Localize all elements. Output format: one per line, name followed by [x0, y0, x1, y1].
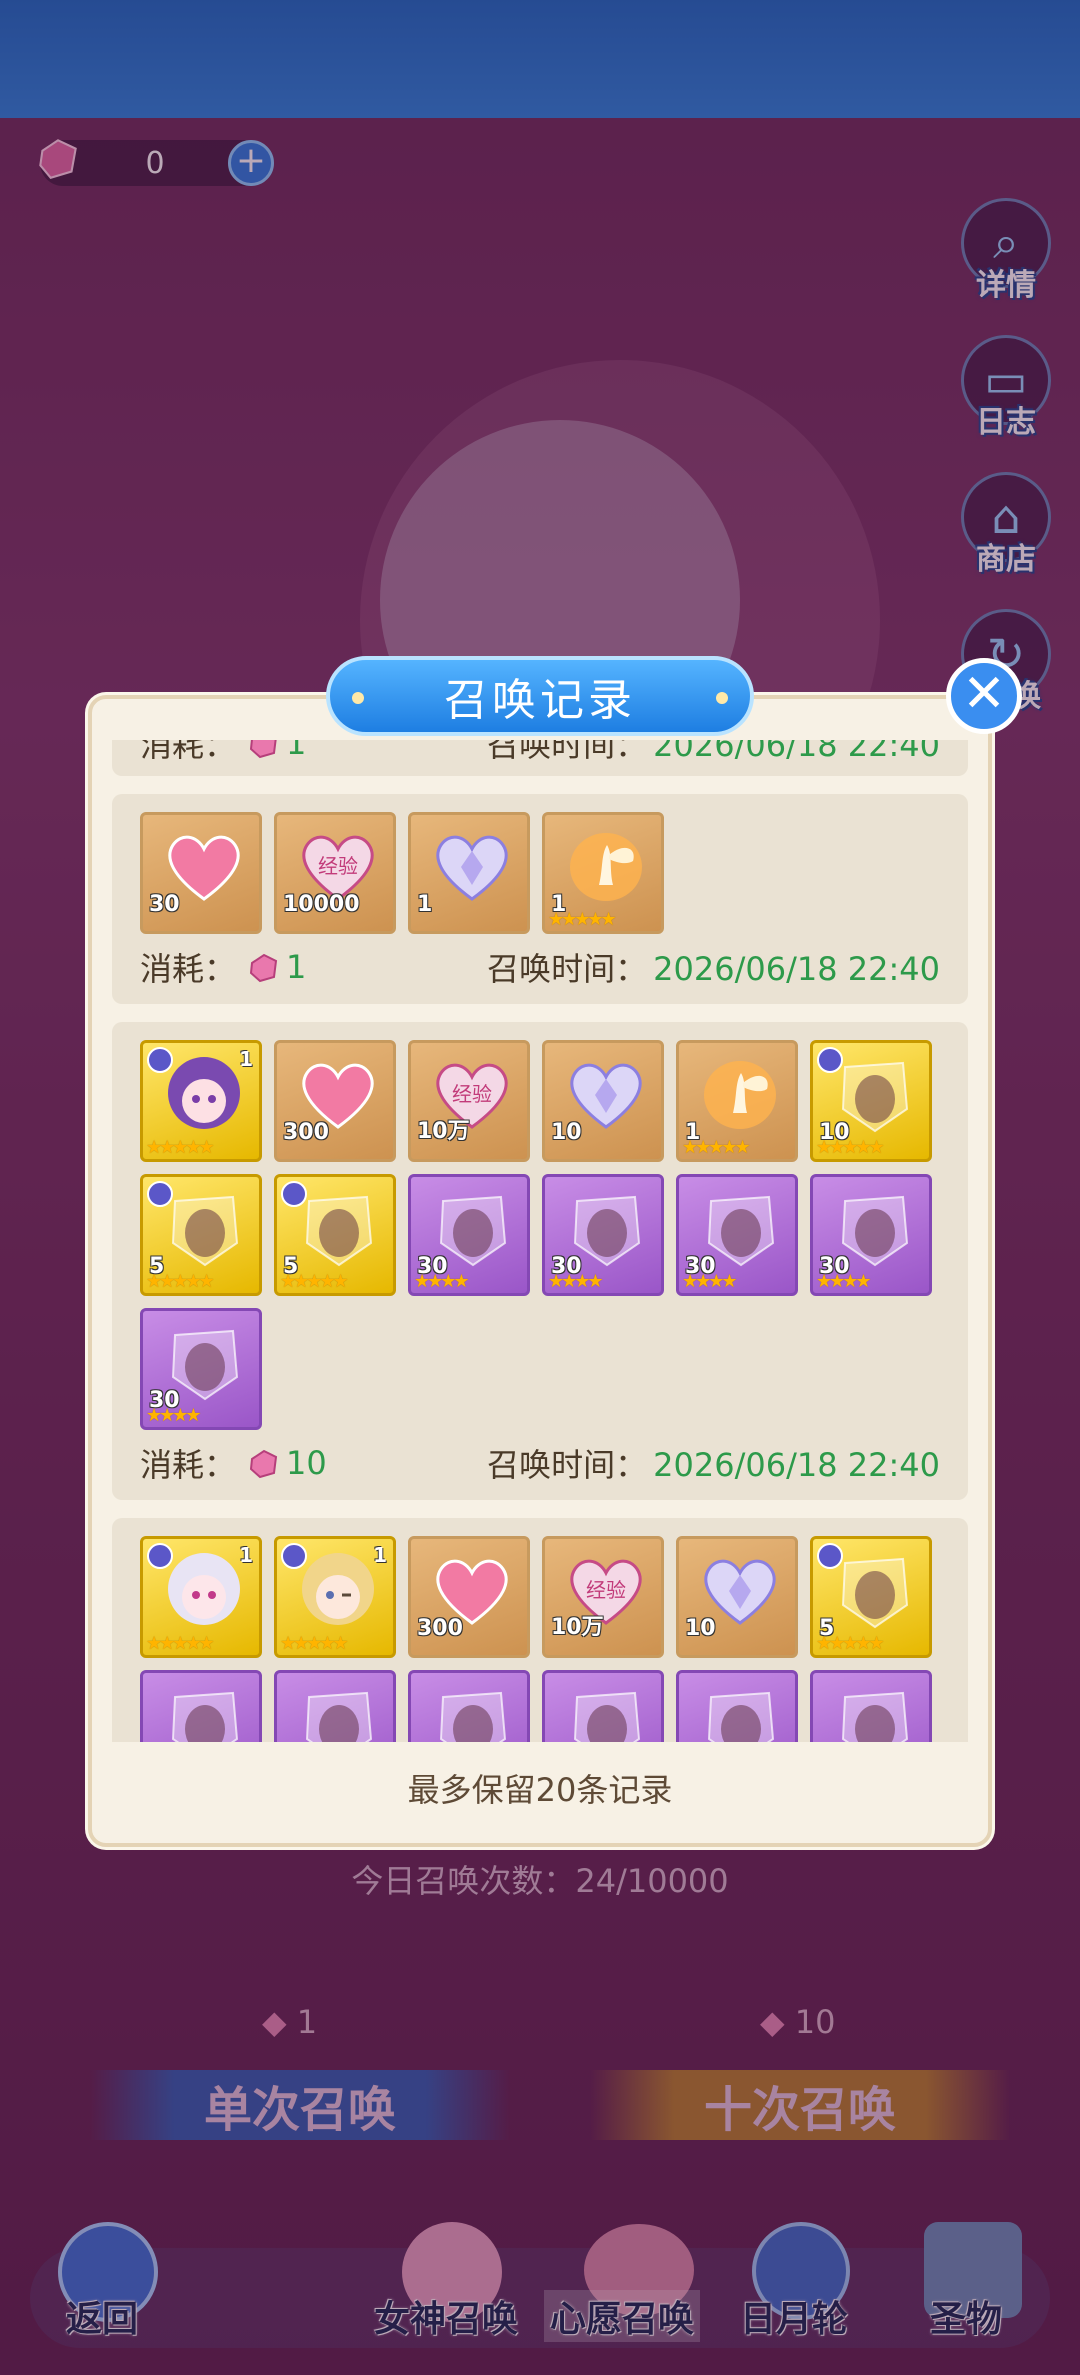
star-rating-icon: ★★★★ — [548, 1271, 604, 1292]
reward-count: 1 — [239, 1543, 253, 1567]
time-value: 2026/06/18 22:40 — [653, 950, 940, 988]
close-button[interactable]: ✕ — [946, 658, 1022, 734]
reward-quantity: 1 — [417, 892, 433, 917]
time-label: 召唤时间： — [487, 1446, 648, 1484]
cost-label: 消耗： — [140, 740, 237, 764]
record-time: 召唤时间： 2026/06/18 22:40 — [487, 1440, 940, 1486]
reward-item-shard[interactable] — [274, 1670, 396, 1742]
record-footer: 消耗： 10 召唤时间： 2026/06/18 22:40 — [140, 1440, 940, 1486]
reward-item-heart[interactable]: 300 — [274, 1040, 396, 1162]
reward-item-crystal-heart[interactable]: 1 — [408, 812, 530, 934]
reward-grid: 1 ★★★★★ 1 ★★★★★ 300 经验 10万 10 5 ★★★★★ — [140, 1536, 940, 1742]
record-list[interactable]: 消耗： 1 召唤时间： 2026/06/18 22:40 30 经验 10000 1 1 ★… — [100, 740, 980, 1742]
reward-quantity: 10000 — [283, 892, 360, 917]
record-card: 1 ★★★★★ 300 经验 10万 10 1 ★★★★★ 10 ★★★★★ 5 ★★★★★ 5 ★★★★… — [112, 1022, 968, 1500]
cost-value: 10 — [286, 1444, 327, 1482]
reward-item-shard[interactable] — [408, 1670, 530, 1742]
star-rating-icon: ★★★★ — [414, 1271, 470, 1292]
star-rating-icon: ★★★★★ — [816, 1137, 885, 1158]
reward-item-shard[interactable]: 10 ★★★★★ — [810, 1040, 932, 1162]
reward-item-shard[interactable] — [140, 1670, 262, 1742]
record-cost: 消耗： 10 — [140, 1440, 327, 1486]
reward-item-fairy[interactable]: 1 ★★★★★ — [542, 812, 664, 934]
time-value: 2026/06/18 22:40 — [653, 740, 940, 764]
record-time: 召唤时间： 2026/06/18 22:40 — [487, 944, 940, 990]
svg-text:经验: 经验 — [586, 1578, 626, 1602]
reward-quantity: 10 — [551, 1120, 582, 1145]
time-value: 2026/06/18 22:40 — [653, 1446, 940, 1484]
reward-item-shard[interactable]: 5 ★★★★★ — [274, 1174, 396, 1296]
reward-item-crystal-heart[interactable]: 10 — [542, 1040, 664, 1162]
record-cost: 消耗： 1 — [140, 740, 306, 766]
reward-item-shard[interactable]: 30 ★★★★ — [676, 1174, 798, 1296]
record-card: 30 经验 10000 1 1 ★★★★★ 消耗： 1 召唤时间： 2026/06/18 22:4… — [112, 794, 968, 1004]
reward-quantity: 300 — [283, 1120, 329, 1145]
reward-grid: 30 经验 10000 1 1 ★★★★★ — [140, 812, 940, 934]
dialog-title: 召唤记录 — [326, 656, 754, 736]
reward-item-shard[interactable]: 30 ★★★★ — [542, 1174, 664, 1296]
record-footer: 消耗： 1 召唤时间： 2026/06/18 22:40 — [140, 944, 940, 990]
reward-item-heart[interactable]: 30 — [140, 812, 262, 934]
reward-quantity: 10万 — [417, 1119, 470, 1144]
star-rating-icon: ★★★★★ — [280, 1633, 349, 1654]
record-limit-note: 最多保留20条记录 — [407, 1771, 673, 1809]
reward-item-exp-heart[interactable]: 经验 10000 — [274, 812, 396, 934]
reward-grid: 1 ★★★★★ 300 经验 10万 10 1 ★★★★★ 10 ★★★★★ 5 ★★★★★ 5 ★★★★… — [140, 1040, 940, 1430]
star-rating-icon: ★★★★★ — [146, 1271, 215, 1292]
gem-icon — [249, 740, 277, 759]
cost-label: 消耗： — [140, 1446, 237, 1484]
gem-icon — [249, 1449, 278, 1479]
cost-value: 1 — [286, 948, 307, 986]
reward-item-shard[interactable] — [810, 1670, 932, 1742]
reward-item-exp-heart[interactable]: 经验 10万 — [408, 1040, 530, 1162]
reward-quantity: 30 — [149, 892, 180, 917]
reward-item-exp-heart[interactable]: 经验 10万 — [542, 1536, 664, 1658]
reward-item-shard[interactable]: 30 ★★★★ — [810, 1174, 932, 1296]
gem-icon — [249, 953, 278, 983]
star-rating-icon: ★★★★★ — [548, 909, 617, 930]
reward-item-shard[interactable]: 5 ★★★★★ — [810, 1536, 932, 1658]
reward-quantity: 10 — [685, 1616, 716, 1641]
record-partial: 消耗： 1 召唤时间： 2026/06/18 22:40 — [112, 740, 968, 776]
cost-value: 1 — [286, 740, 307, 762]
record-time: 召唤时间： 2026/06/18 22:40 — [487, 740, 940, 766]
star-rating-icon: ★★★★★ — [682, 1137, 751, 1158]
star-rating-icon: ★★★★★ — [280, 1271, 349, 1292]
time-label: 召唤时间： — [487, 740, 648, 764]
record-card: 1 ★★★★★ 1 ★★★★★ 300 经验 10万 10 5 ★★★★★ — [112, 1518, 968, 1742]
star-rating-icon: ★★★★ — [146, 1405, 202, 1426]
svg-text:经验: 经验 — [318, 854, 358, 878]
reward-item-girl-white[interactable]: 1 ★★★★★ — [140, 1536, 262, 1658]
reward-item-shard[interactable] — [542, 1670, 664, 1742]
reward-count: 1 — [239, 1047, 253, 1071]
close-icon: ✕ — [962, 664, 1006, 724]
star-rating-icon: ★★★★ — [682, 1271, 738, 1292]
reward-item-fairy[interactable]: 1 ★★★★★ — [676, 1040, 798, 1162]
reward-quantity: 10万 — [551, 1615, 604, 1640]
record-footer: 消耗： 1 召唤时间： 2026/06/18 22:40 — [140, 740, 940, 766]
reward-item-girl-blonde[interactable]: 1 ★★★★★ — [274, 1536, 396, 1658]
reward-item-shard[interactable]: 30 ★★★★ — [408, 1174, 530, 1296]
reward-item-crystal-heart[interactable]: 10 — [676, 1536, 798, 1658]
reward-count: 1 — [373, 1543, 387, 1567]
star-rating-icon: ★★★★ — [816, 1271, 872, 1292]
reward-quantity: 300 — [417, 1616, 463, 1641]
reward-item-shard[interactable]: 5 ★★★★★ — [140, 1174, 262, 1296]
reward-item-heart[interactable]: 300 — [408, 1536, 530, 1658]
star-rating-icon: ★★★★★ — [146, 1137, 215, 1158]
star-rating-icon: ★★★★★ — [146, 1633, 215, 1654]
reward-item-girl-purple[interactable]: 1 ★★★★★ — [140, 1040, 262, 1162]
time-label: 召唤时间： — [487, 950, 648, 988]
star-rating-icon: ★★★★★ — [816, 1633, 885, 1654]
record-cost: 消耗： 1 — [140, 944, 306, 990]
reward-item-shard[interactable] — [676, 1670, 798, 1742]
reward-item-shard[interactable]: 30 ★★★★ — [140, 1308, 262, 1430]
cost-label: 消耗： — [140, 950, 237, 988]
svg-text:经验: 经验 — [452, 1082, 492, 1106]
